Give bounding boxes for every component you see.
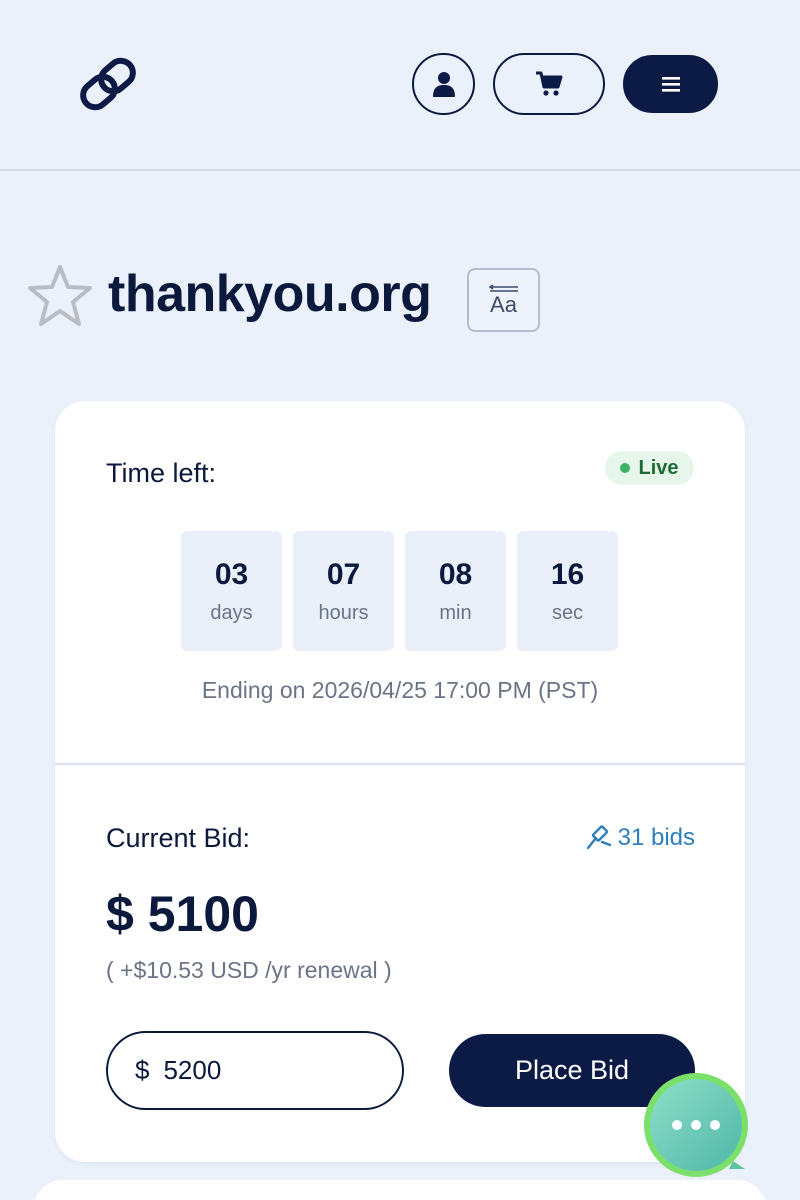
hamburger-icon bbox=[661, 77, 680, 92]
gavel-icon bbox=[586, 825, 611, 850]
translate-aa-icon bbox=[488, 284, 518, 292]
countdown-value: 16 bbox=[550, 557, 585, 591]
countdown-unit: sec bbox=[551, 601, 584, 624]
cart-button[interactable] bbox=[493, 53, 605, 115]
bids-count-text: 31 bids bbox=[617, 824, 695, 851]
countdown-value: 07 bbox=[326, 557, 361, 591]
next-card bbox=[33, 1180, 767, 1200]
user-icon bbox=[432, 72, 455, 97]
translate-glyph: Aa bbox=[490, 292, 517, 317]
countdown-seconds: 16 sec bbox=[517, 531, 618, 651]
chat-bubble-icon[interactable] bbox=[641, 1073, 751, 1183]
countdown-unit: min bbox=[439, 601, 472, 624]
live-dot-icon bbox=[620, 463, 631, 473]
countdown-unit: days bbox=[210, 601, 253, 624]
cart-icon bbox=[536, 71, 563, 96]
countdown-value: 03 bbox=[214, 557, 249, 591]
live-status-text: Live bbox=[638, 456, 679, 479]
currency-symbol: $ bbox=[135, 1055, 150, 1085]
site-header bbox=[0, 0, 800, 171]
bid-amount-input[interactable] bbox=[163, 1055, 364, 1086]
star-outline-icon[interactable] bbox=[27, 263, 93, 329]
countdown-value: 08 bbox=[438, 557, 473, 591]
live-status-badge: Live bbox=[605, 451, 694, 485]
menu-button[interactable] bbox=[623, 55, 718, 113]
countdown-unit: hours bbox=[318, 601, 369, 624]
bids-count-link[interactable]: 31 bids bbox=[575, 821, 695, 855]
time-left-label: Time left: bbox=[106, 458, 217, 488]
countdown-days: 03 days bbox=[181, 531, 282, 651]
countdown-hours: 07 hours bbox=[293, 531, 394, 651]
account-button[interactable] bbox=[412, 53, 475, 115]
auction-ending-date: Ending on 2026/04/25 17:00 PM (PST) bbox=[201, 677, 599, 703]
current-bid-amount: $ 5100 bbox=[106, 886, 259, 942]
auction-card: Time left: Live 03 days 07 hours 08 min … bbox=[55, 401, 745, 1162]
link-logo-icon[interactable] bbox=[78, 54, 142, 118]
countdown-timer: 03 days 07 hours 08 min 16 sec bbox=[181, 531, 618, 651]
translate-button[interactable]: Aa bbox=[467, 268, 540, 332]
renewal-fee: ( +$10.53 USD /yr renewal ) bbox=[106, 957, 392, 983]
current-bid-label: Current Bid: bbox=[106, 823, 251, 853]
domain-name: thankyou.org bbox=[108, 265, 432, 323]
bid-amount-field[interactable]: $ bbox=[106, 1031, 404, 1110]
card-divider bbox=[55, 763, 745, 765]
countdown-minutes: 08 min bbox=[405, 531, 506, 651]
